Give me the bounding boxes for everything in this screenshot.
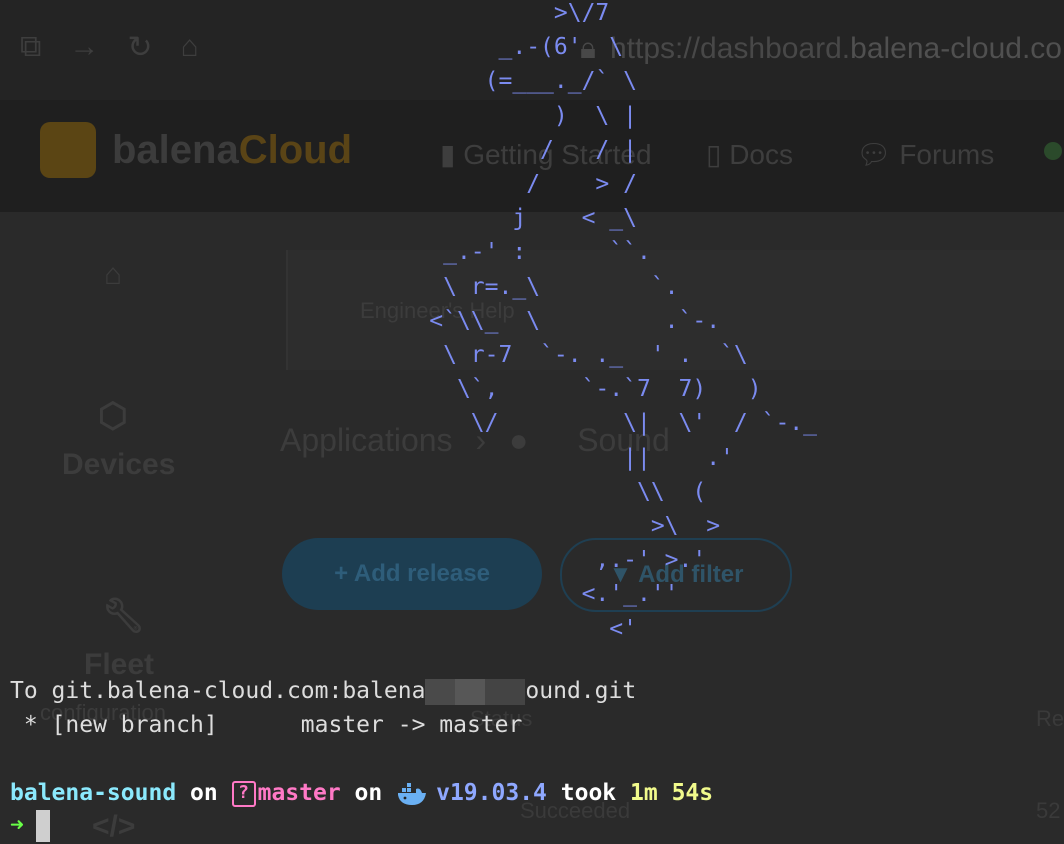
row-number: 52 [1036,798,1061,823]
col-rel: Re [1036,706,1064,731]
docker-version: v19.03.4 [436,780,547,806]
url-domain: balena-cloud.com [850,32,1064,65]
ascii-art: >\/7 _.-(6' \ (=___._/` \ ) \ | / / | / … [429,0,817,642]
branch-icon: ? [231,780,256,807]
prompt-dir: balena-sound [10,780,177,806]
branch-line: * [new branch] master -> master [10,712,523,738]
input-prompt-line[interactable]: ➜ [10,810,50,842]
push-destination-line: To git.balena-cloud.com:balena ound.git [10,678,637,705]
git-branch: ? master [231,780,341,807]
prompt-arrow-icon: ➜ [10,812,24,839]
status-dot [1044,142,1062,160]
duration: 1m 54s [630,780,714,806]
docker-whale-icon [398,782,427,805]
redacted-text [425,678,526,705]
terminal-cursor[interactable] [35,810,50,842]
prompt-line: balena-sound on ? master on v19.03.4 took… [10,780,714,807]
menu-forums: 💬︎ Forums [856,139,995,170]
side-icon-bottom: </> [92,810,136,843]
